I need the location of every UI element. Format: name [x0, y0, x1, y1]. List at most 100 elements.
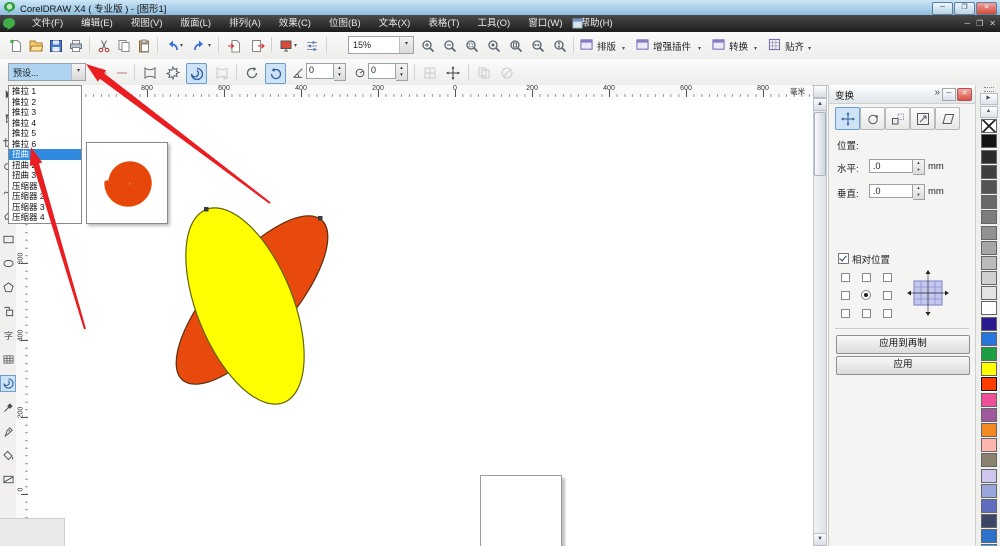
minimize-button[interactable]: ─ [932, 2, 953, 15]
anchor-bottom-center[interactable] [862, 309, 871, 318]
gray-70-swatch[interactable] [980, 179, 997, 194]
taupe-swatch[interactable] [980, 453, 997, 468]
preset-combobox-chevron-icon[interactable]: ▾ [71, 64, 85, 80]
eyedropper-tool[interactable] [1, 400, 15, 415]
preset-combobox[interactable]: 预设... ▾ [8, 63, 86, 81]
preset-item[interactable]: 推拉 3 [9, 107, 81, 118]
menu-window[interactable]: 窗口(W) [519, 15, 571, 32]
menu-table[interactable]: 表格(T) [419, 15, 468, 32]
basic-shapes-tool[interactable] [1, 304, 15, 319]
convert-docker-button[interactable]: 转换 [729, 39, 748, 53]
gray-10-swatch[interactable] [980, 271, 997, 286]
zoom-out-button[interactable] [440, 36, 459, 55]
center-distortion-grid-button[interactable] [420, 63, 439, 82]
menubar-extra-icon[interactable] [572, 18, 583, 29]
menu-arrange[interactable]: 排列(A) [220, 15, 270, 32]
import-button[interactable] [224, 36, 243, 55]
remove-preset-button[interactable] [112, 63, 131, 82]
no-color-swatch[interactable] [980, 119, 997, 134]
table-tool[interactable] [1, 352, 15, 367]
gray-80-swatch[interactable] [980, 164, 997, 179]
plugins-docker-button[interactable]: 增强插件 [653, 39, 691, 53]
zoom-to-height-button[interactable] [550, 36, 569, 55]
interactive-fill-tool[interactable] [1, 472, 15, 487]
tab-skew[interactable] [935, 107, 960, 130]
anchor-bottom-right[interactable] [883, 309, 892, 318]
anchor-center-selected[interactable] [861, 290, 871, 300]
interactive-distort-tool[interactable] [0, 375, 16, 392]
apply-button[interactable]: 应用 [836, 356, 970, 375]
twister-distortion-button[interactable] [186, 63, 207, 84]
blue-swatch[interactable] [980, 331, 997, 346]
dark-slate-swatch[interactable] [980, 514, 997, 529]
doc-restore-button[interactable]: ❐ [976, 15, 983, 32]
zoom-in-button[interactable] [418, 36, 437, 55]
menu-effects[interactable]: 效果(C) [270, 15, 320, 32]
gray-5-swatch[interactable] [980, 286, 997, 301]
menu-file[interactable]: 文件(F) [23, 15, 72, 32]
add-preset-button[interactable] [92, 63, 111, 82]
page-navigator-stub[interactable] [0, 518, 65, 546]
preset-item-selected[interactable]: 扭曲 1 [9, 149, 81, 160]
undo-button[interactable] [162, 36, 181, 55]
rectangle-tool[interactable] [1, 232, 15, 247]
copy-button[interactable] [114, 36, 133, 55]
snap-to-button[interactable]: 贴齐 [785, 39, 804, 53]
print-button[interactable] [66, 36, 85, 55]
preset-item[interactable]: 压缩器 4 [9, 212, 81, 223]
menu-edit[interactable]: 编辑(E) [72, 15, 122, 32]
black-swatch[interactable] [980, 134, 997, 149]
menu-text[interactable]: 文本(X) [370, 15, 420, 32]
vertical-input[interactable]: .0 [869, 184, 913, 198]
fill-tool[interactable] [1, 448, 15, 463]
preset-item[interactable]: 推拉 4 [9, 118, 81, 129]
doc-close-button[interactable]: ✕ [989, 15, 996, 32]
docker-minimize-button[interactable]: ─ [942, 88, 956, 101]
zoom-to-page-button[interactable] [506, 36, 525, 55]
zoom-combo-chevron-icon[interactable]: ▾ [399, 37, 413, 53]
palette-flyout-button[interactable]: ▶ [979, 93, 998, 105]
new-document-button[interactable] [6, 36, 25, 55]
text-tool[interactable]: 字 [1, 328, 15, 343]
preset-item[interactable]: 推拉 2 [9, 97, 81, 108]
convert-docker-arrow[interactable]: ▾ [754, 45, 757, 52]
anchor-middle-right[interactable] [883, 291, 892, 300]
zipper-distortion-button[interactable] [163, 63, 182, 82]
scrollbar-corner-button[interactable] [813, 85, 827, 98]
menu-tools[interactable]: 工具(O) [468, 15, 519, 32]
node-handle-orange[interactable] [318, 216, 323, 221]
outline-pen-tool[interactable] [1, 424, 15, 439]
mauve-swatch[interactable] [980, 407, 997, 422]
relative-position-checkbox[interactable] [838, 253, 849, 264]
horizontal-spinner[interactable]: ▲ ▼ [913, 159, 925, 175]
center-distortion-button[interactable] [443, 63, 462, 82]
paste-button[interactable] [134, 36, 153, 55]
anchor-middle-left[interactable] [841, 291, 850, 300]
open-button[interactable] [26, 36, 45, 55]
menu-view[interactable]: 视图(V) [122, 15, 172, 32]
node-handle-yellow[interactable] [204, 207, 209, 212]
docker-close-button[interactable]: ✕ [957, 88, 972, 101]
additional-rotation-input[interactable]: 0 [368, 63, 396, 79]
clear-distortion-button[interactable] [497, 63, 516, 82]
ellipse-tool[interactable] [1, 256, 15, 271]
gray-20-swatch[interactable] [980, 255, 997, 270]
gray-30-swatch[interactable] [980, 240, 997, 255]
lavender-swatch[interactable] [980, 468, 997, 483]
preset-item[interactable]: 扭曲 2 [9, 160, 81, 171]
options-button[interactable] [302, 36, 321, 55]
tab-position[interactable] [835, 107, 860, 130]
palette-grip[interactable] [983, 87, 994, 92]
undo-dropdown-arrow[interactable]: ▾ [180, 42, 183, 49]
anchor-bottom-left[interactable] [841, 309, 850, 318]
tab-size[interactable] [910, 107, 935, 130]
tab-rotate[interactable] [860, 107, 885, 130]
polygon-tool[interactable] [1, 280, 15, 295]
angle-spinner[interactable]: ▲ ▼ [334, 63, 346, 81]
yellow-swatch[interactable] [980, 362, 997, 377]
anchor-top-left[interactable] [841, 273, 850, 282]
menu-bitmaps[interactable]: 位图(B) [320, 15, 370, 32]
blue-violet-swatch[interactable] [980, 498, 997, 513]
maximize-button[interactable]: ❐ [954, 2, 975, 15]
rotate-counterclockwise-button[interactable] [265, 63, 286, 84]
